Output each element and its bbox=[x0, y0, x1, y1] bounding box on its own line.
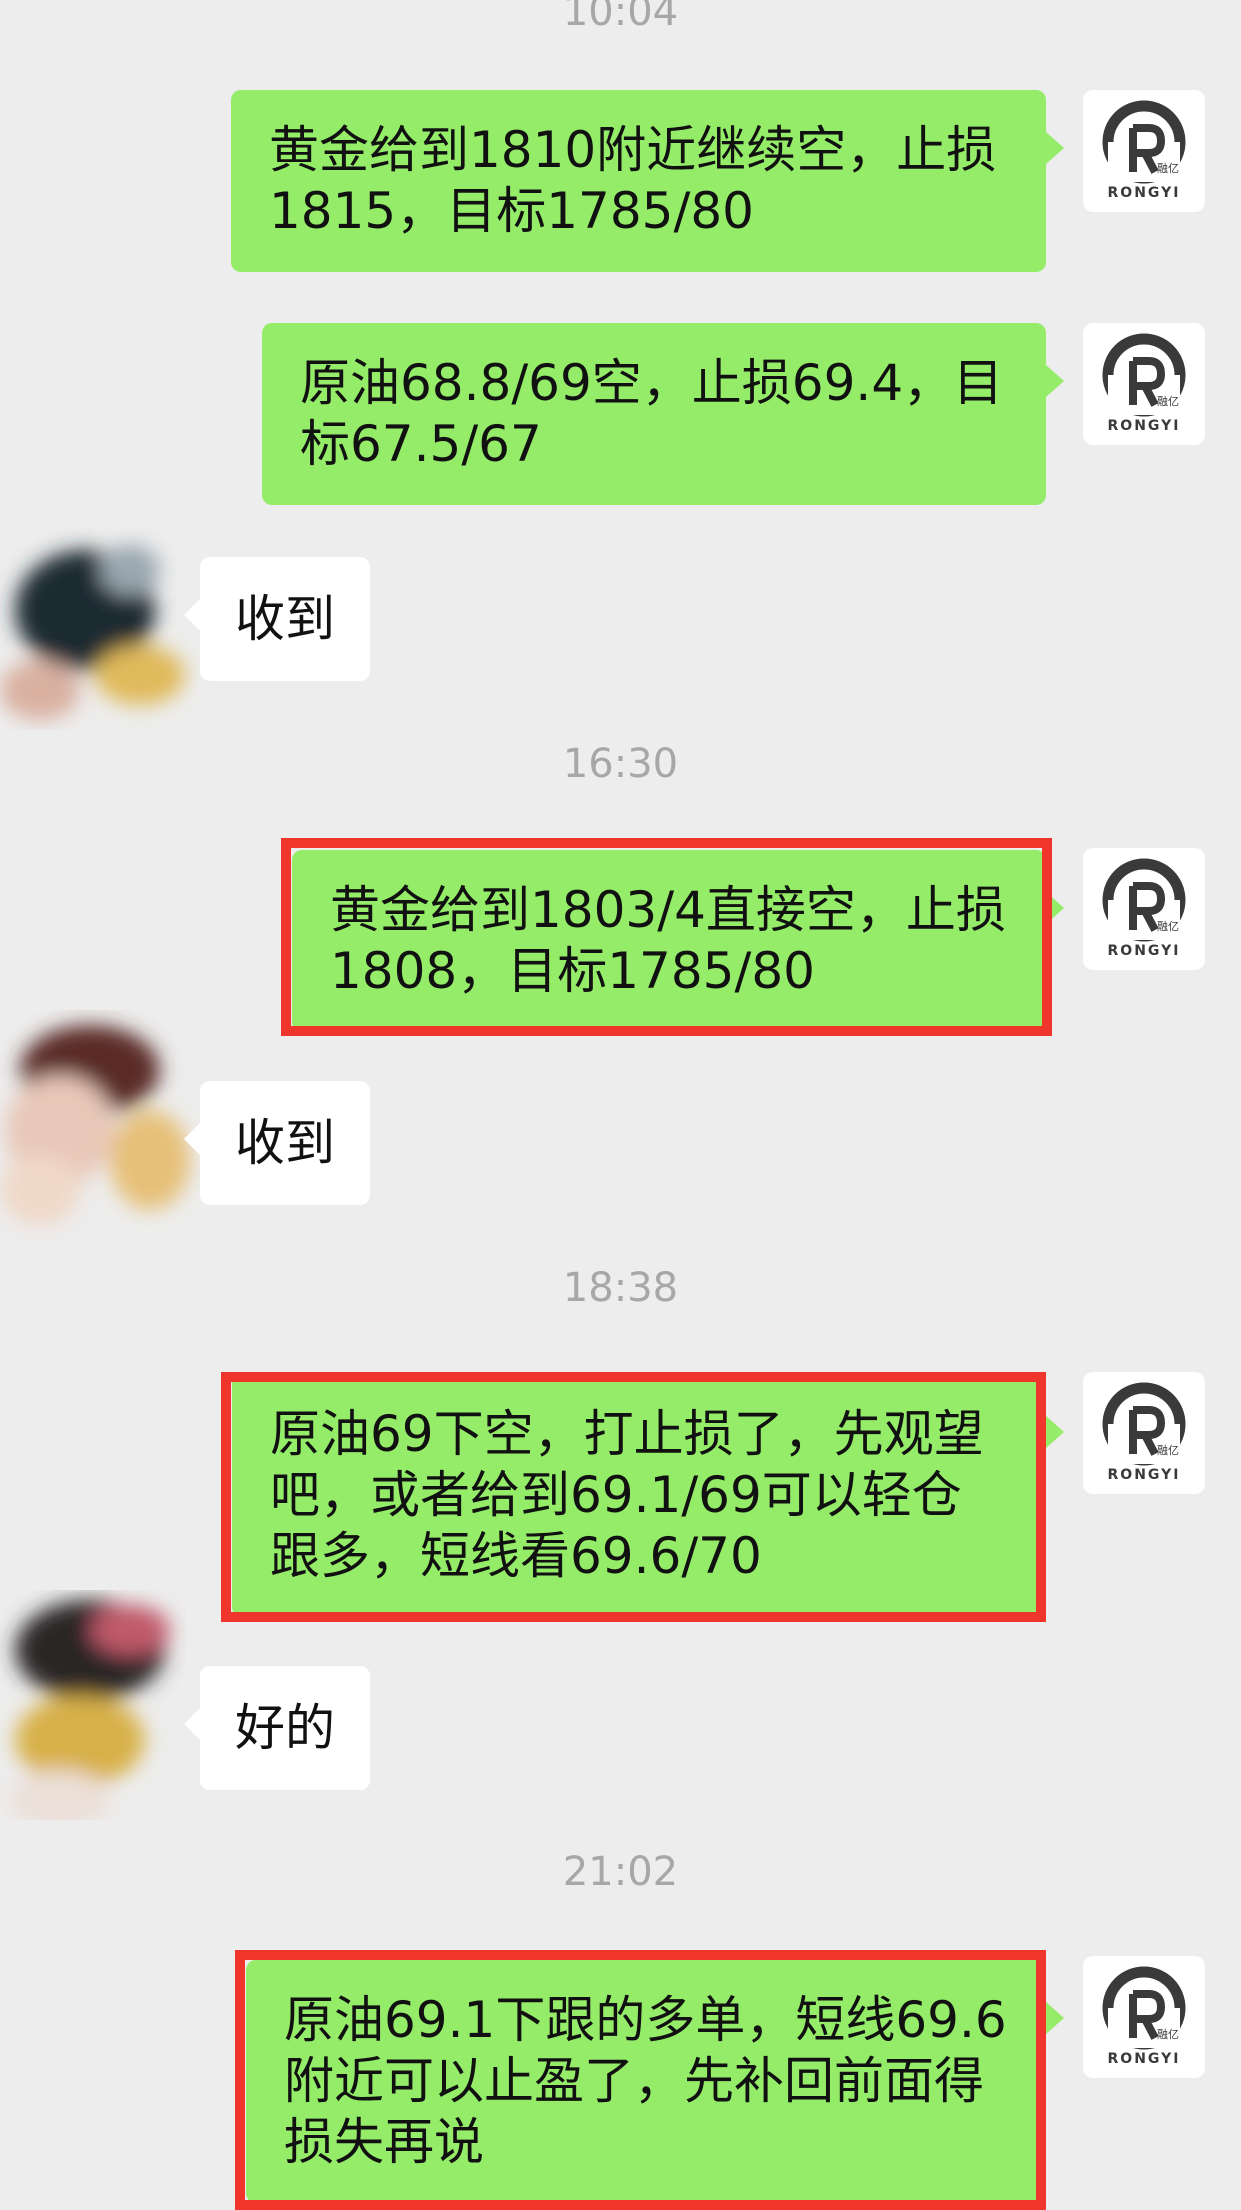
timestamp: 21:02 bbox=[562, 1849, 679, 1895]
svg-text:融亿: 融亿 bbox=[1157, 920, 1179, 933]
svg-text:RONGYI: RONGYI bbox=[1108, 2051, 1181, 2067]
rongyi-logo-avatar[interactable]: 融亿 RONGYI bbox=[1083, 1372, 1205, 1494]
contact-avatar[interactable] bbox=[0, 1010, 200, 1240]
svg-text:RONGYI: RONGYI bbox=[1108, 943, 1181, 959]
rongyi-logo-icon: 融亿 RONGYI bbox=[1102, 1966, 1186, 2067]
svg-text:融亿: 融亿 bbox=[1157, 1444, 1179, 1457]
sent-message[interactable]: 黄金给到1810附近继续空，止损1815，目标1785/80 bbox=[231, 90, 1064, 272]
received-message[interactable]: 收到 bbox=[184, 1081, 370, 1205]
message-text: 黄金给到1810附近继续空，止损1815，目标1785/80 bbox=[269, 121, 997, 240]
blurred-avatar-icon bbox=[10, 1600, 170, 1820]
blurred-avatar-icon bbox=[0, 545, 185, 720]
contact-avatar[interactable] bbox=[0, 1590, 200, 1820]
rongyi-logo-avatar[interactable]: 融亿 RONGYI bbox=[1083, 323, 1205, 445]
sent-message[interactable]: 原油68.8/69空，止损69.4，目标67.5/67 bbox=[262, 323, 1064, 505]
timestamp: 16:30 bbox=[562, 741, 679, 787]
timestamp: 10:04 bbox=[562, 0, 679, 35]
message-text: 黄金给到1803/4直接空，止损1808，目标1785/80 bbox=[330, 881, 1006, 1000]
rongyi-logo-icon: 融亿 RONGYI bbox=[1102, 1382, 1186, 1483]
timestamp: 18:38 bbox=[562, 1265, 679, 1311]
blurred-avatar-icon bbox=[0, 1025, 190, 1225]
rongyi-logo-icon: 融亿 RONGYI bbox=[1102, 858, 1186, 959]
rongyi-logo-avatar[interactable]: 融亿 RONGYI bbox=[1083, 90, 1205, 212]
rongyi-logo-avatar[interactable]: 融亿 RONGYI bbox=[1083, 848, 1205, 970]
svg-text:融亿: 融亿 bbox=[1157, 162, 1179, 175]
message-text: 收到 bbox=[235, 1114, 335, 1172]
svg-text:RONGYI: RONGYI bbox=[1108, 418, 1181, 434]
sent-message[interactable]: 原油69下空，打止损了，先观望吧，或者给到69.1/69可以轻仓跟多，短线看69… bbox=[232, 1374, 1064, 1617]
svg-text:RONGYI: RONGYI bbox=[1108, 1467, 1181, 1483]
message-text: 原油69.1下跟的多单，短线69.6附近可以止盈了，先补回前面得损失再说 bbox=[284, 1991, 1007, 2171]
message-text: 好的 bbox=[235, 1699, 335, 1757]
sent-message[interactable]: 黄金给到1803/4直接空，止损1808，目标1785/80 bbox=[292, 850, 1064, 1032]
message-text: 收到 bbox=[235, 590, 335, 648]
sent-message[interactable]: 原油69.1下跟的多单，短线69.6附近可以止盈了，先补回前面得损失再说 bbox=[246, 1960, 1064, 2203]
rongyi-logo-icon: 融亿 RONGYI bbox=[1102, 100, 1186, 201]
message-text: 原油68.8/69空，止损69.4，目标67.5/67 bbox=[300, 354, 1004, 473]
rongyi-logo-avatar[interactable]: 融亿 RONGYI bbox=[1083, 1956, 1205, 2078]
svg-text:RONGYI: RONGYI bbox=[1108, 185, 1181, 201]
svg-text:融亿: 融亿 bbox=[1157, 395, 1179, 408]
received-message[interactable]: 好的 bbox=[184, 1666, 370, 1790]
message-text: 原油69下空，打止损了，先观望吧，或者给到69.1/69可以轻仓跟多，短线看69… bbox=[270, 1405, 984, 1585]
contact-avatar[interactable] bbox=[0, 500, 200, 730]
svg-text:融亿: 融亿 bbox=[1157, 2028, 1179, 2041]
rongyi-logo-icon: 融亿 RONGYI bbox=[1102, 333, 1186, 434]
received-message[interactable]: 收到 bbox=[184, 557, 370, 681]
